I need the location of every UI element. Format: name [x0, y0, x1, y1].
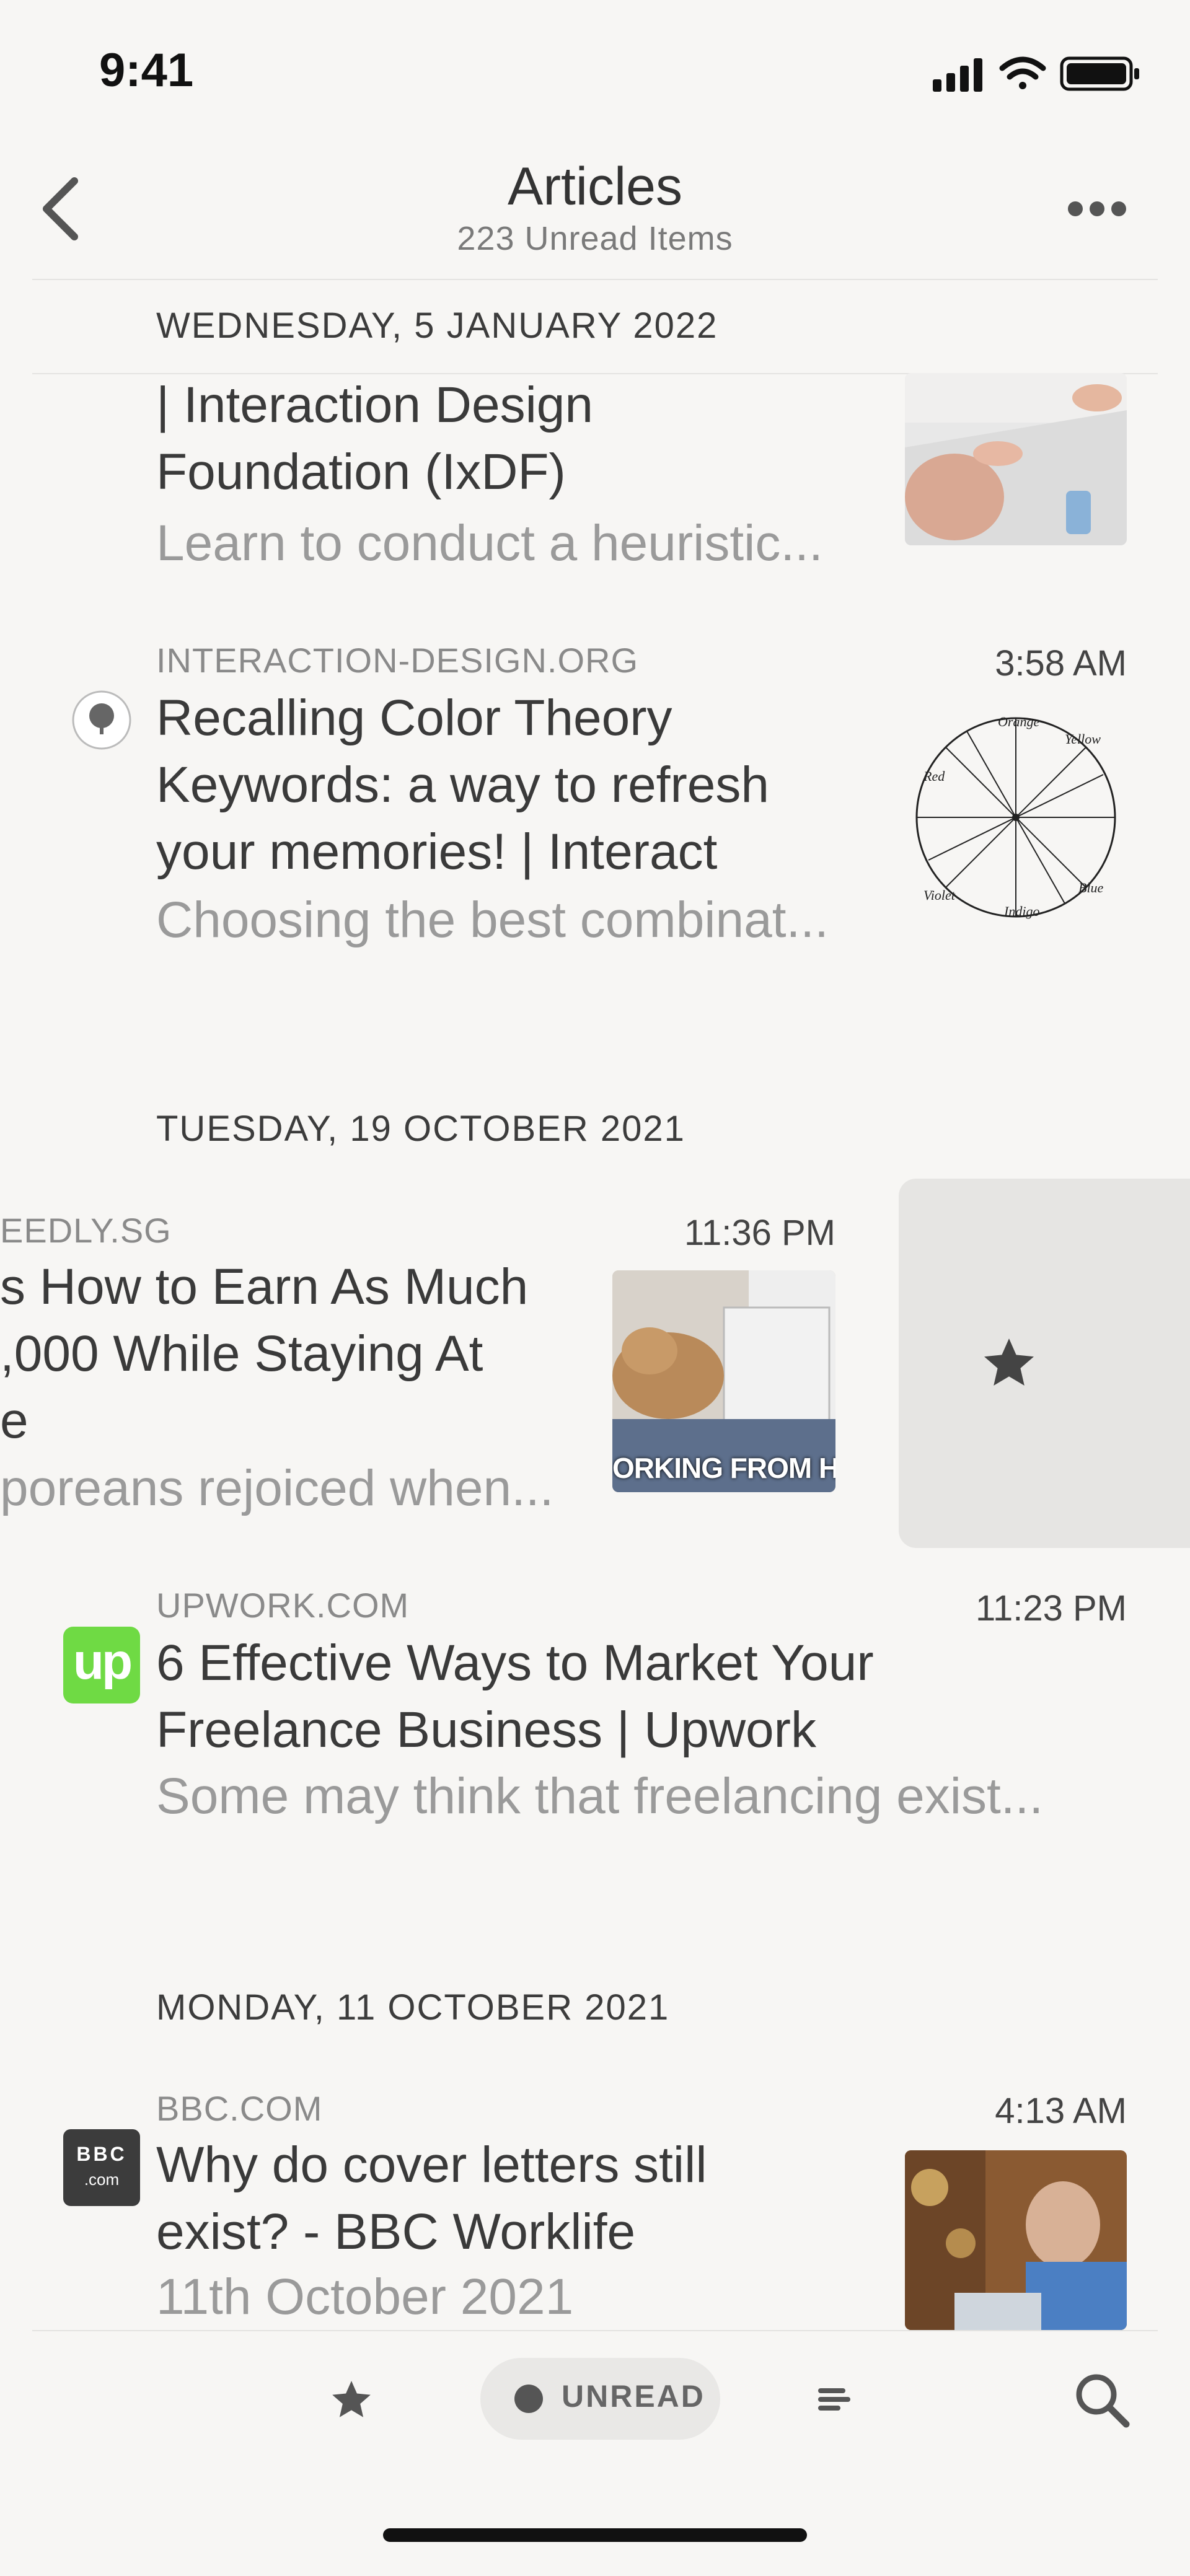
thumbnail-caption: ORKING FROM HOI — [612, 1452, 835, 1484]
article-earn-from-home[interactable]: s How to Earn As Much ,000 While Staying… — [0, 1254, 595, 1454]
all-articles-list-icon[interactable] — [817, 2385, 852, 2414]
article-thumbnail — [905, 373, 1127, 545]
article-snippet: poreans rejoiced when... — [0, 1460, 554, 1516]
wheel-label: Orange — [998, 714, 1040, 729]
color-wheel-thumbnail: Orange Yellow Red Blue Indigo Violet — [905, 706, 1127, 928]
article-time: 4:13 AM — [995, 2091, 1127, 2131]
section-date: MONDAY, 11 OCTOBER 2021 — [156, 1987, 670, 2028]
article-time: 11:23 PM — [976, 1588, 1127, 1629]
section-date: TUESDAY, 19 OCTOBER 2021 — [156, 1109, 685, 1149]
article-time: 3:58 AM — [995, 643, 1127, 684]
article-headline: Recalling Color Theory Keywords: a way t… — [156, 690, 769, 880]
article-source: BBC.COM — [156, 2089, 323, 2128]
wheel-label: Red — [923, 768, 945, 784]
article-source: EEDLY.SG — [0, 1211, 172, 1250]
article-headline: 6 Effective Ways to Market Your Freelanc… — [156, 1635, 874, 1758]
wheel-label: Violet — [923, 887, 955, 903]
article-snippet: 11th October 2021 — [156, 2269, 574, 2325]
article-color-theory[interactable]: Recalling Color Theory Keywords: a way t… — [156, 685, 900, 886]
ixdf-logo-icon — [72, 690, 131, 750]
article-headline: | Interaction Design Foundation (IxDF) — [156, 377, 594, 500]
wheel-label: Yellow — [1065, 731, 1101, 747]
swipe-star-action[interactable] — [899, 1179, 1190, 1548]
header-divider — [32, 279, 1158, 280]
wifi-icon — [999, 56, 1046, 89]
article-thumbnail — [905, 2150, 1127, 2330]
starred-tab-icon[interactable] — [328, 2377, 374, 2423]
article-snippet: Learn to conduct a heuristic... — [156, 515, 823, 571]
working-from-home-thumbnail: ORKING FROM HOI — [612, 1270, 835, 1492]
article-snippet: Some may think that freelancing exist... — [156, 1768, 1044, 1824]
more-options-icon[interactable] — [1066, 200, 1128, 218]
cellular-signal-icon — [933, 58, 982, 92]
star-icon — [984, 1339, 1034, 1386]
bbc-logo-icon: BBC .com — [63, 2129, 140, 2206]
unread-dot-icon — [514, 2385, 543, 2413]
article-source: UPWORK.COM — [156, 1586, 410, 1625]
article-headline: s How to Earn As Much ,000 While Staying… — [0, 1259, 529, 1449]
article-ixdf-heuristic[interactable]: | Interaction Design Foundation (IxDF) — [156, 372, 900, 506]
page-title: Articles — [508, 157, 682, 216]
search-icon[interactable] — [1074, 2372, 1130, 2428]
article-upwork-freelance[interactable]: 6 Effective Ways to Market Your Freelanc… — [156, 1630, 1148, 1764]
article-snippet: Choosing the best combinat... — [156, 892, 829, 948]
article-time: 11:36 PM — [684, 1213, 835, 1253]
wheel-label: Blue — [1078, 880, 1104, 895]
section-date: WEDNESDAY, 5 JANUARY 2022 — [156, 306, 718, 346]
upwork-logo-icon: up — [63, 1627, 140, 1703]
unread-count-subtitle: 223 Unread Items — [457, 220, 733, 257]
article-source: INTERACTION-DESIGN.ORG — [156, 641, 639, 680]
article-bbc-cover-letters[interactable]: Why do cover letters still exist? - BBC … — [156, 2132, 900, 2266]
wheel-label: Indigo — [1004, 903, 1040, 919]
status-icons — [933, 56, 1139, 92]
unread-tab-label: UNREAD — [562, 2379, 705, 2414]
status-time: 9:41 — [99, 44, 194, 97]
home-indicator — [383, 2528, 807, 2542]
tab-bar-divider — [32, 2330, 1158, 2331]
battery-icon — [1060, 56, 1139, 91]
article-headline: Why do cover letters still exist? - BBC … — [156, 2137, 707, 2260]
